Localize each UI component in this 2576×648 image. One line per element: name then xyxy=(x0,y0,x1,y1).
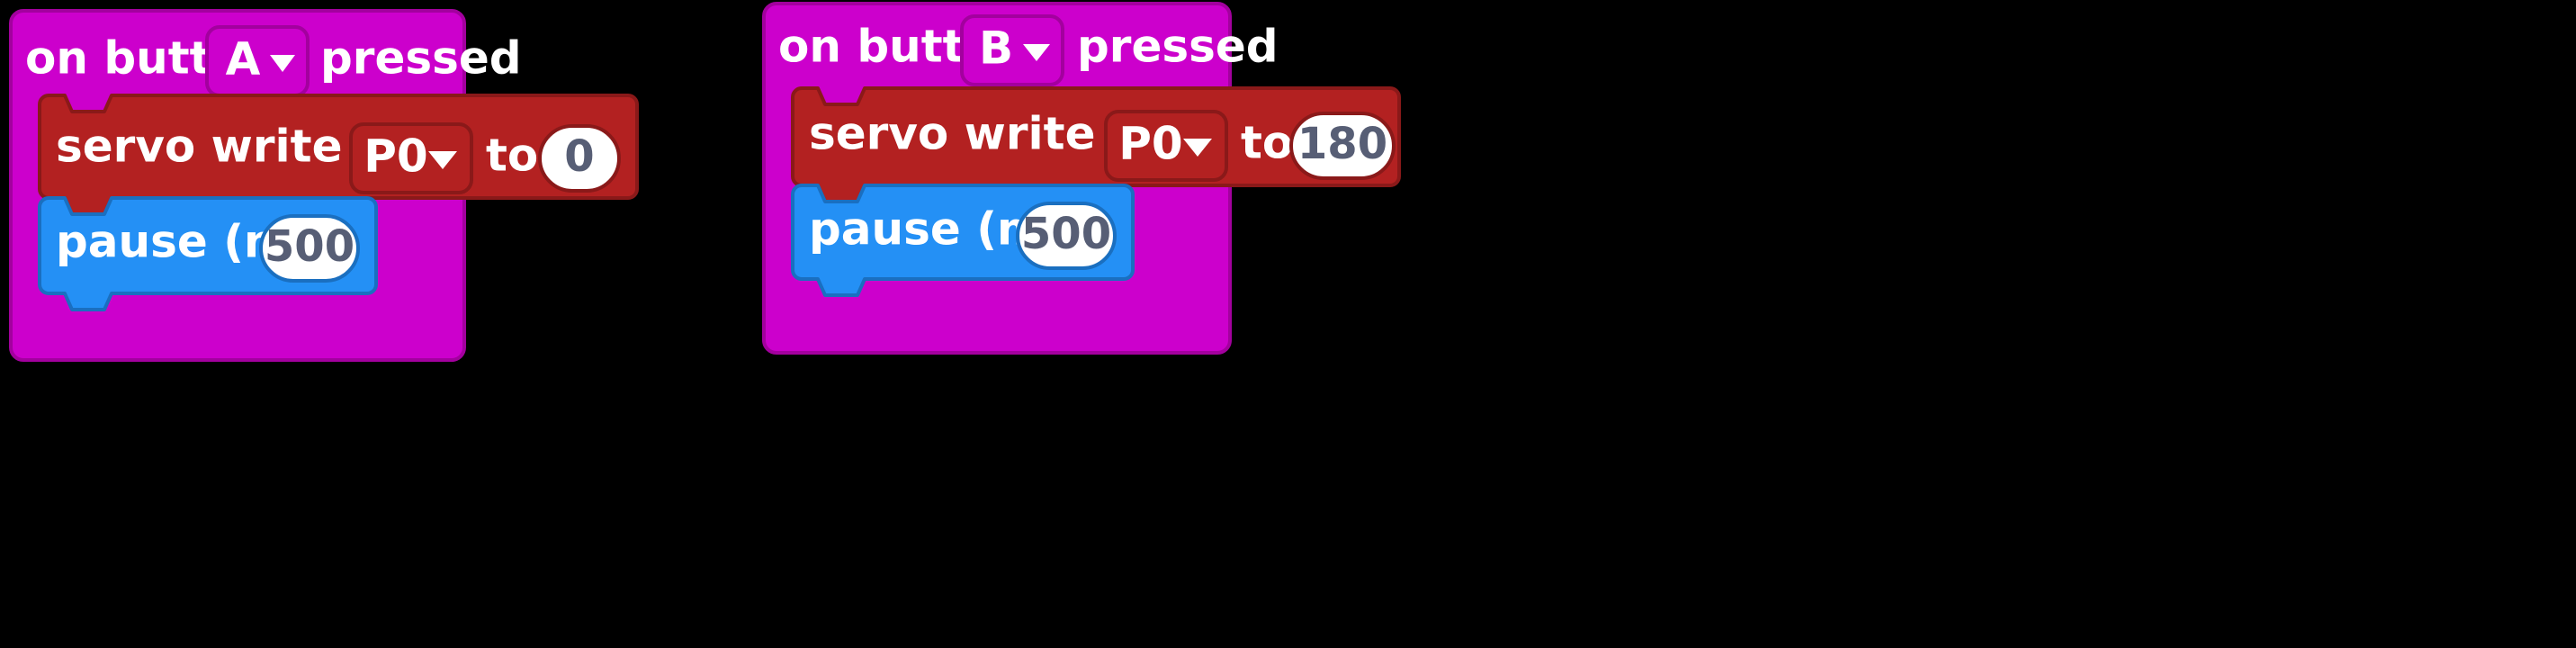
servo-value-field-a[interactable]: 0 xyxy=(538,124,621,193)
button-dropdown-a[interactable]: A xyxy=(205,25,310,97)
event-suffix-b: pressed xyxy=(1077,21,1279,73)
pin-dropdown-b[interactable]: P0 xyxy=(1104,110,1228,182)
pause-value-field-b-value: 500 xyxy=(1021,209,1111,259)
pause-value-field-a-value: 500 xyxy=(265,221,355,272)
program-group-b[interactable]: on button B pressed servo write pin P0 t… xyxy=(760,0,1930,360)
program-a-svg: on button A pressed servo write pin P0 t… xyxy=(9,9,639,362)
servo-write-connector-a: to xyxy=(486,130,538,182)
servo-write-connector-b: to xyxy=(1241,117,1293,169)
button-dropdown-b-value: B xyxy=(979,22,1013,75)
button-dropdown-b[interactable]: B xyxy=(960,14,1064,86)
button-dropdown-a-value: A xyxy=(226,33,261,86)
event-suffix-a: pressed xyxy=(320,32,522,85)
pin-dropdown-a-value: P0 xyxy=(364,130,427,183)
servo-value-field-a-value: 0 xyxy=(564,131,594,182)
pause-value-field-b[interactable]: 500 xyxy=(1016,202,1117,270)
program-group-a[interactable]: on button A pressed servo write pin P0 t… xyxy=(7,7,853,367)
servo-value-field-b-value: 180 xyxy=(1297,119,1387,169)
servo-value-field-b[interactable]: 180 xyxy=(1289,112,1396,180)
program-b-svg: on button B pressed servo write pin P0 t… xyxy=(762,2,1401,355)
pause-value-field-a[interactable]: 500 xyxy=(259,214,360,283)
pin-dropdown-b-value: P0 xyxy=(1118,118,1182,170)
blocks-canvas: on button A pressed servo write pin P0 t… xyxy=(0,0,2576,648)
pin-dropdown-a[interactable]: P0 xyxy=(349,122,473,194)
